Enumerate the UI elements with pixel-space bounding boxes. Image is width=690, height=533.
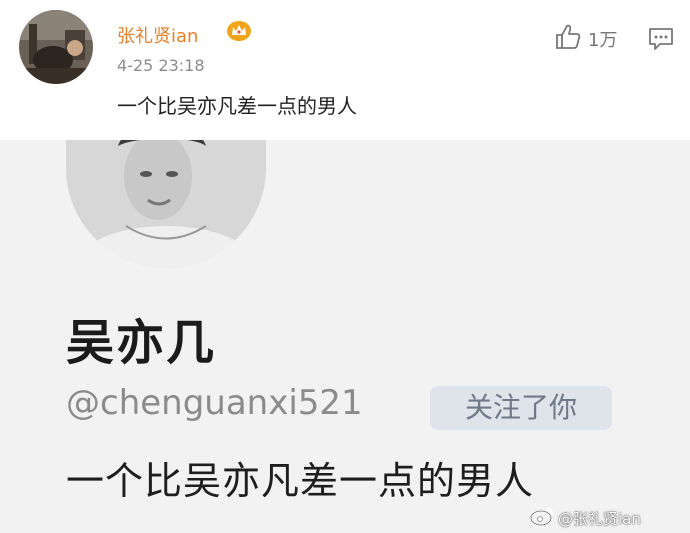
author-avatar[interactable] bbox=[19, 10, 93, 84]
comment-icon bbox=[648, 28, 674, 55]
profile-name: 吴亦几 bbox=[66, 315, 217, 371]
follow-badge: 关注了你 bbox=[430, 386, 612, 430]
crown-icon bbox=[226, 20, 252, 42]
post-text: 一个比吴亦凡差一点的男人 bbox=[117, 94, 357, 118]
post-header: 张礼贤ian 4-25 23:18 一个比吴亦凡差一点的男人 1万 bbox=[0, 0, 690, 140]
weibo-logo-icon bbox=[530, 506, 554, 530]
like-count: 1万 bbox=[588, 30, 618, 51]
profile-bio: 一个比吴亦凡差一点的男人 bbox=[66, 459, 535, 503]
watermark: @张礼贤ian bbox=[530, 506, 690, 530]
post-time: 4-25 23:18 bbox=[117, 56, 205, 75]
thumbs-up-icon bbox=[554, 23, 582, 55]
profile-handle: @chenguanxi521 bbox=[66, 383, 363, 423]
author-name[interactable]: 张礼贤ian bbox=[117, 22, 198, 48]
post-image[interactable]: 吴亦几 @chenguanxi521 关注了你 一个比吴亦凡差一点的男人 bbox=[0, 140, 690, 533]
like-button[interactable]: 1万 bbox=[554, 24, 617, 54]
comment-button[interactable] bbox=[648, 27, 674, 51]
watermark-text: @张礼贤ian bbox=[558, 509, 641, 528]
profile-avatar bbox=[66, 140, 266, 268]
